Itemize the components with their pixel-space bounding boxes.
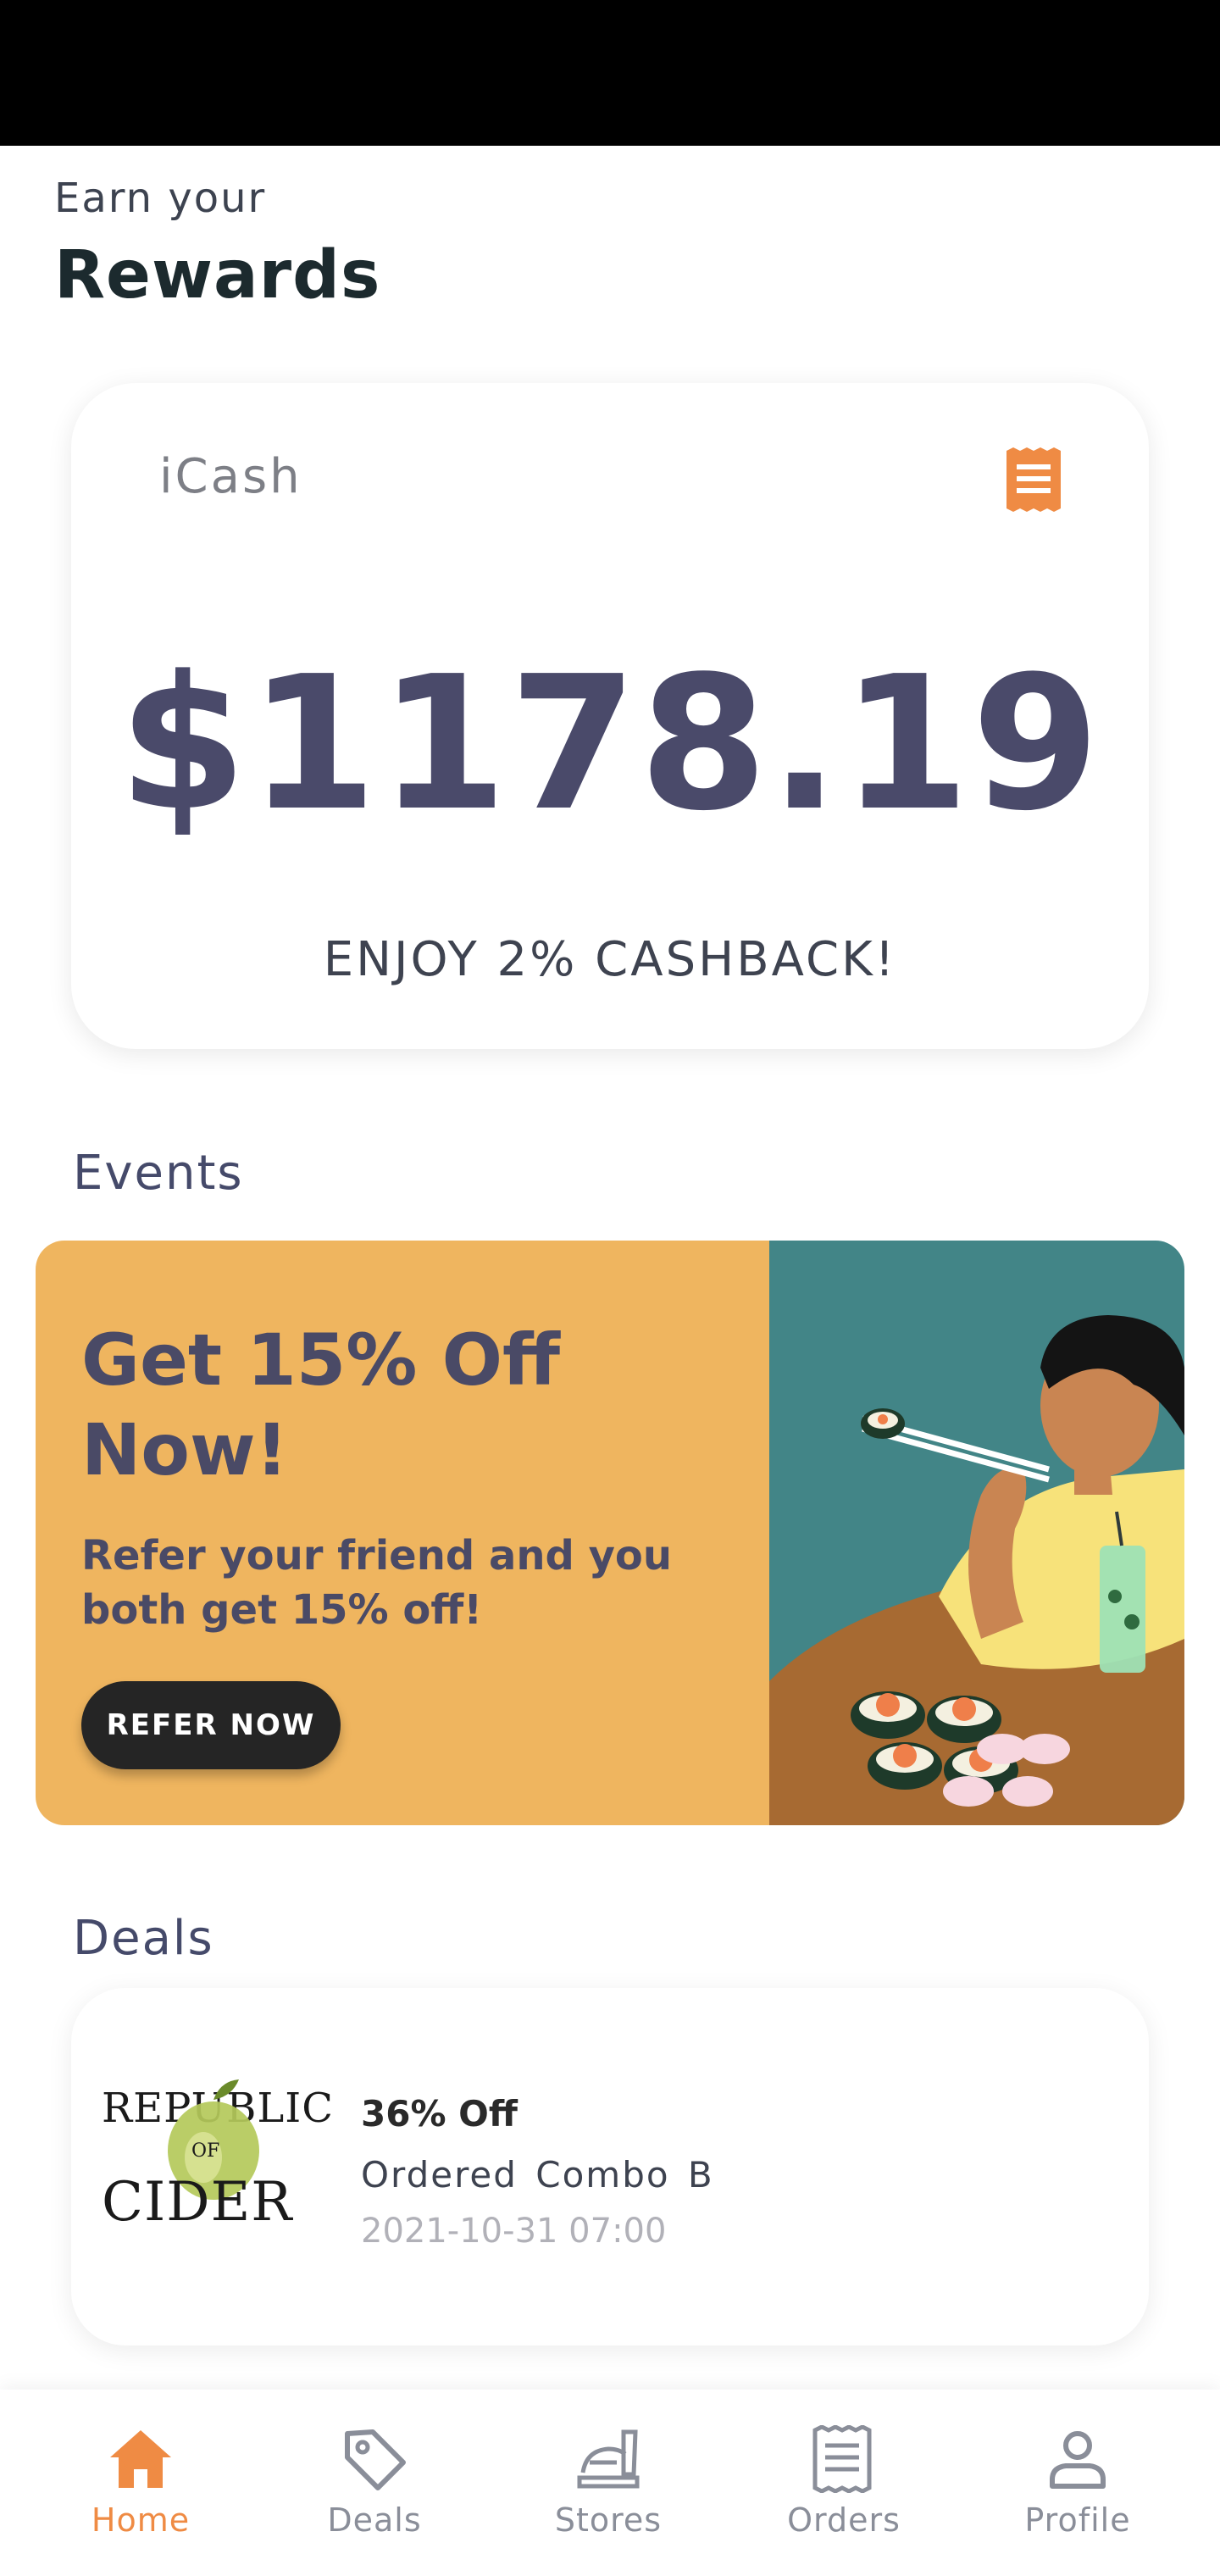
event-title: Get 15% Off Now! [81, 1319, 561, 1491]
deal-name: Ordered Combo B [361, 2154, 714, 2196]
nav-label-profile: Profile [1024, 2501, 1131, 2539]
receipt-icon [812, 2425, 872, 2493]
nav-label-stores: Stores [554, 2501, 663, 2539]
refer-now-button[interactable]: REFER NOW [81, 1681, 341, 1769]
nav-label-deals: Deals [327, 2501, 422, 2539]
nav-item-home[interactable]: Home [56, 2390, 225, 2576]
nav-item-orders[interactable]: Orders [759, 2390, 929, 2576]
bottom-navigation: Home Deals Stores Orders Profile [0, 2390, 1220, 2576]
sushi-illustration [769, 1315, 1184, 1825]
nav-label-orders: Orders [787, 2501, 901, 2539]
event-illustration [769, 1241, 1184, 1825]
cashback-note: ENJOY 2% CASHBACK! [323, 932, 897, 987]
event-banner[interactable]: Get 15% Off Now! Refer your friend and y… [36, 1241, 1184, 1825]
nav-item-profile[interactable]: Profile [993, 2390, 1162, 2576]
page-subtitle: Earn your [54, 175, 267, 222]
food-tray-icon [577, 2429, 640, 2489]
deal-discount: 36% Off [361, 2093, 518, 2135]
icash-amount: $1178.19 [118, 637, 1102, 852]
nav-item-stores[interactable]: Stores [524, 2390, 693, 2576]
event-banner-text-panel: Get 15% Off Now! Refer your friend and y… [36, 1241, 769, 1825]
deal-date: 2021-10-31 07:00 [361, 2212, 667, 2251]
logo-text-mid: OF [191, 2140, 220, 2162]
deal-card[interactable]: REPUBLIC OF CIDER 36% Off Ordered Combo … [71, 1988, 1149, 2346]
user-icon [1050, 2431, 1106, 2489]
nav-label-home: Home [91, 2501, 191, 2539]
icash-card: iCash $1178.19 ENJOY 2% CASHBACK! [71, 383, 1149, 1049]
event-description: Refer your friend and you both get 15% o… [81, 1532, 673, 1634]
logo-text-line2: CIDER [102, 2171, 293, 2234]
home-icon [110, 2430, 171, 2488]
events-section-title: Events [73, 1146, 244, 1201]
page-title: Rewards [54, 237, 381, 314]
tag-icon [345, 2429, 406, 2490]
nav-item-deals[interactable]: Deals [290, 2390, 459, 2576]
deals-section-title: Deals [73, 1911, 214, 1966]
status-bar [0, 0, 1220, 146]
store-logo: REPUBLIC OF CIDER [102, 2076, 333, 2246]
icash-label: iCash [159, 449, 302, 504]
receipt-icon[interactable] [1003, 447, 1064, 512]
